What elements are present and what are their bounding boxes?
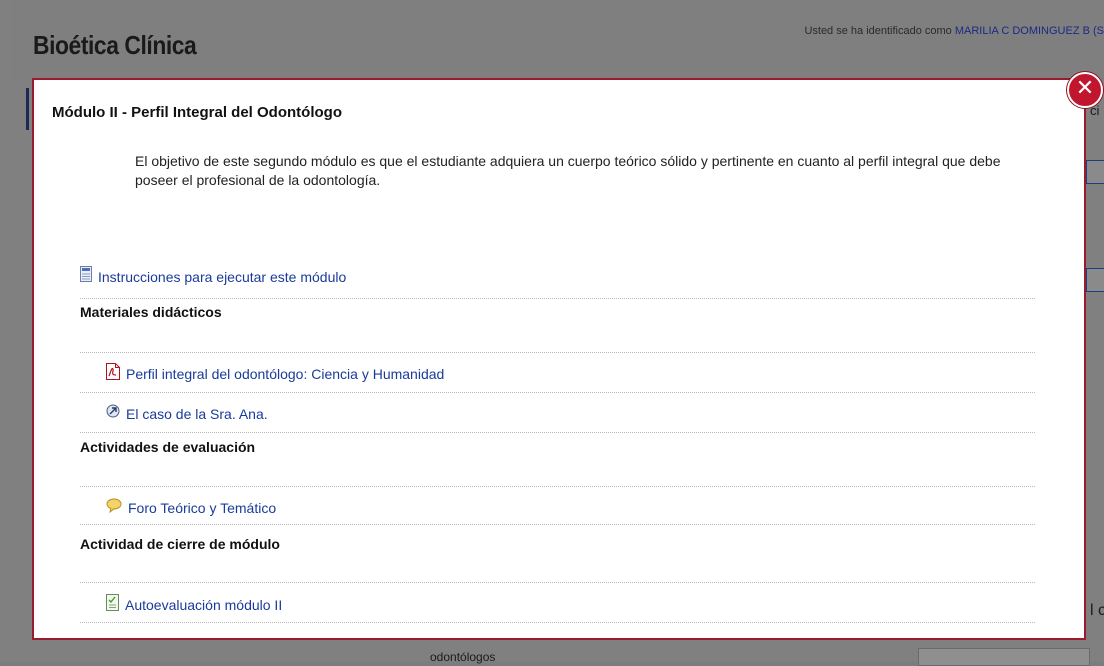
quiz-link[interactable]: Autoevaluación módulo II xyxy=(125,597,282,613)
instructions-link[interactable]: Instrucciones para ejecutar este módulo xyxy=(98,269,346,285)
close-icon[interactable]: ✕ xyxy=(1067,72,1103,108)
list-item[interactable]: El caso de la Sra. Ana. xyxy=(106,403,268,424)
background-right-cell xyxy=(1086,160,1104,184)
site-title: Bioética Clínica xyxy=(33,30,197,60)
divider xyxy=(80,486,1035,487)
background-box xyxy=(918,648,1090,666)
divider xyxy=(80,392,1035,393)
login-user-link[interactable]: MARILIA C DOMINGUEZ B (S xyxy=(955,25,1104,37)
material-link[interactable]: El caso de la Sra. Ana. xyxy=(126,406,268,422)
divider xyxy=(80,524,1035,525)
divider xyxy=(80,298,1035,299)
divider xyxy=(80,582,1035,583)
list-item[interactable]: Perfil integral del odontólogo: Ciencia … xyxy=(106,363,444,385)
instructions-item[interactable]: Instrucciones para ejecutar este módulo xyxy=(80,266,346,287)
login-status: Usted se ha identificado como MARILIA C … xyxy=(804,25,1104,37)
section-heading-materials: Materiales didácticos xyxy=(80,304,222,320)
dialog-title: Módulo II - Perfil Integral del Odontólo… xyxy=(52,104,342,121)
section-heading-evaluation: Actividades de evaluación xyxy=(80,439,256,455)
background-right-cell xyxy=(1086,268,1104,292)
divider xyxy=(80,432,1035,433)
module-description: El objetivo de este segundo módulo es qu… xyxy=(135,153,1001,188)
forum-icon xyxy=(106,498,122,518)
login-prefix: Usted se ha identificado como xyxy=(804,25,955,37)
list-item[interactable]: Foro Teórico y Temático xyxy=(106,498,276,518)
list-item[interactable]: Autoevaluación módulo II xyxy=(106,594,282,616)
quiz-icon xyxy=(106,594,119,616)
forum-link[interactable]: Foro Teórico y Temático xyxy=(128,500,276,516)
divider xyxy=(80,352,1035,353)
divider xyxy=(80,622,1035,623)
document-icon xyxy=(80,266,92,287)
pdf-icon xyxy=(106,363,120,385)
url-icon xyxy=(106,403,120,424)
partial-right-text: l c xyxy=(1090,602,1104,619)
material-link[interactable]: Perfil integral del odontólogo: Ciencia … xyxy=(126,366,444,382)
module-dialog: Módulo II - Perfil Integral del Odontólo… xyxy=(32,78,1086,640)
section-heading-closing: Actividad de cierre de módulo xyxy=(80,536,280,552)
partial-bottom-text: odontólogos xyxy=(430,650,496,664)
